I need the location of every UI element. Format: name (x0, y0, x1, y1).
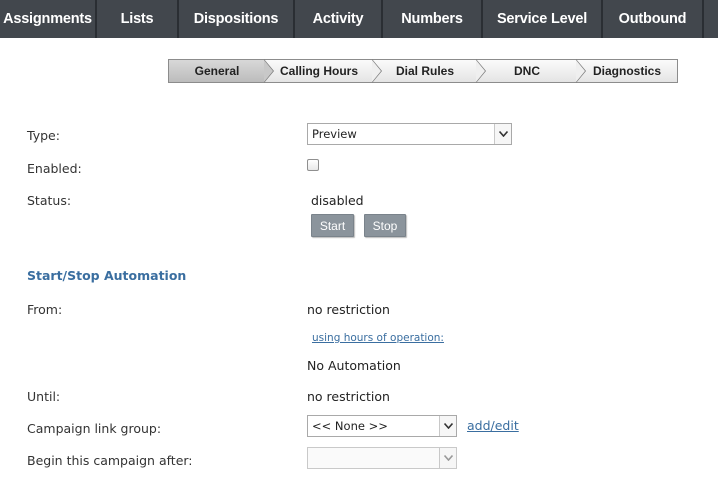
until-label: Until: (27, 389, 61, 404)
enabled-checkbox[interactable] (307, 159, 319, 171)
step-calling-hours[interactable]: Calling Hours (265, 59, 382, 83)
hours-of-operation-link[interactable]: using hours of operation: (312, 332, 444, 344)
begin-after-label: Begin this campaign after: (27, 453, 193, 468)
step-label: Calling Hours (279, 64, 358, 78)
type-select-value: Preview (312, 127, 357, 141)
enabled-label: Enabled: (27, 161, 82, 176)
type-label: Type: (27, 128, 60, 143)
step-label: Diagnostics (592, 64, 661, 78)
tab-assignments[interactable]: Assignments (0, 0, 97, 38)
campaign-link-group-label: Campaign link group: (27, 421, 162, 436)
tab-outbound[interactable]: Outbound (603, 0, 704, 38)
until-value: no restriction (307, 389, 390, 404)
tab-lists[interactable]: Lists (97, 0, 179, 38)
tab-overflow (704, 0, 718, 38)
type-select[interactable]: Preview (307, 123, 512, 145)
status-value: disabled (311, 193, 364, 208)
stop-button[interactable]: Stop (364, 214, 406, 237)
chevron-down-icon (439, 448, 456, 468)
start-button[interactable]: Start (311, 214, 354, 237)
step-label: Dial Rules (395, 64, 455, 78)
link-group-select-value: << None >> (312, 419, 388, 433)
tab-service-level[interactable]: Service Level (483, 0, 603, 38)
step-diagnostics[interactable]: Diagnostics (577, 60, 677, 82)
top-navigation: Assignments Lists Dispositions Activity … (0, 0, 718, 38)
tab-dispositions[interactable]: Dispositions (179, 0, 295, 38)
step-dnc[interactable]: DNC (477, 59, 586, 83)
tab-numbers[interactable]: Numbers (383, 0, 483, 38)
chevron-down-icon (494, 124, 511, 144)
automation-section-title: Start/Stop Automation (27, 268, 187, 283)
wizard-steps: General Calling Hours Dial Rules DNC Dia… (168, 59, 678, 83)
status-label: Status: (27, 193, 72, 208)
step-label: DNC (514, 64, 540, 78)
chevron-down-icon (439, 416, 456, 436)
begin-after-select[interactable] (307, 447, 457, 469)
step-dial-rules[interactable]: Dial Rules (373, 59, 486, 83)
no-automation-text: No Automation (307, 358, 401, 373)
campaign-link-group-select[interactable]: << None >> (307, 415, 457, 437)
step-general[interactable]: General (169, 59, 274, 83)
tab-activity[interactable]: Activity (295, 0, 383, 38)
from-label: From: (27, 302, 63, 317)
from-value: no restriction (307, 302, 390, 317)
add-edit-link[interactable]: add/edit (467, 418, 519, 433)
step-label: General (194, 64, 240, 78)
